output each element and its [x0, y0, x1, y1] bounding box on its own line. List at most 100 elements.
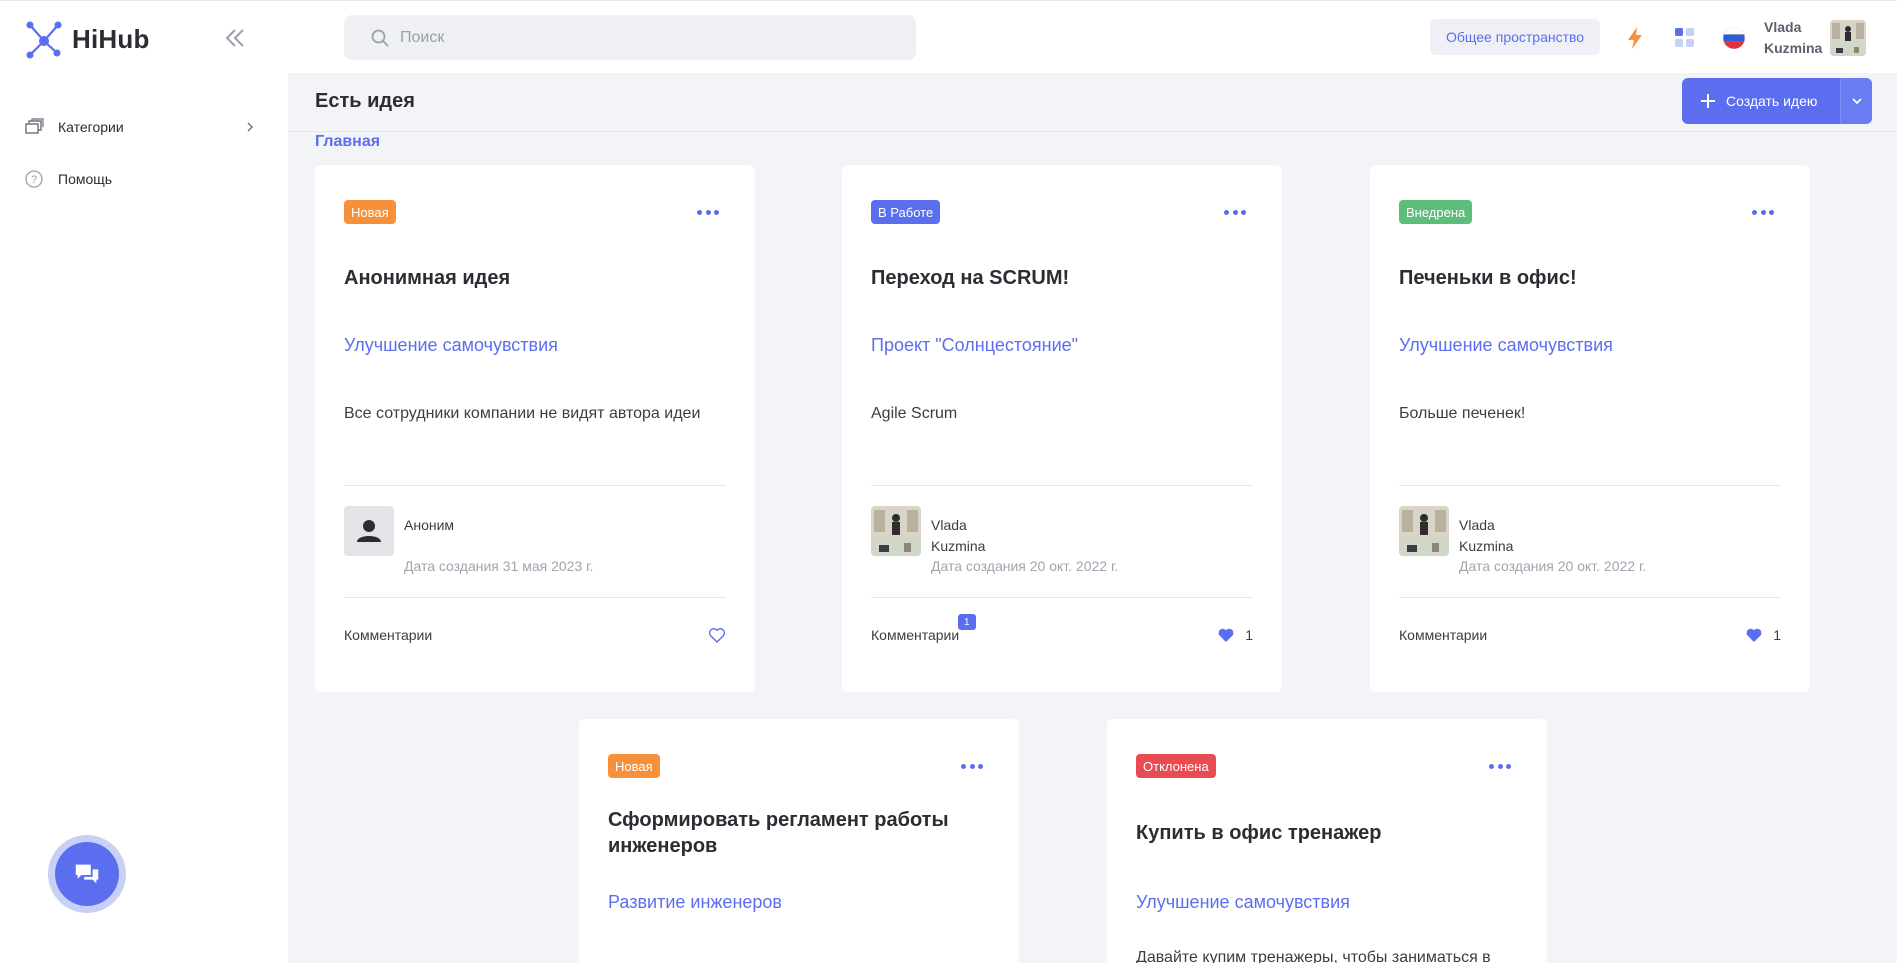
author-name: Аноним: [404, 515, 454, 536]
user-name[interactable]: Vlada Kuzmina: [1764, 17, 1822, 59]
like-button[interactable]: 1: [1217, 626, 1253, 644]
sidebar: HiHub Категории ? Помощь: [0, 0, 288, 963]
page-title: Есть идея: [315, 90, 415, 112]
author-last-name: Kuzmina: [1459, 538, 1514, 554]
header-divider: [288, 131, 1897, 132]
hihub-logo-icon: [26, 21, 62, 59]
search-input[interactable]: [400, 28, 900, 47]
divider: [871, 485, 1253, 486]
created-date: Дата создания 31 мая 2023 г.: [404, 558, 594, 574]
author-name: Vlada Kuzmina: [1459, 515, 1513, 557]
divider: [871, 597, 1253, 598]
avatar-image: [1830, 20, 1866, 56]
divider: [344, 485, 726, 486]
idea-category[interactable]: Развитие инженеров: [608, 892, 782, 913]
user-last-name: Kuzmina: [1764, 40, 1823, 56]
comments-count-badge: 1: [958, 614, 976, 630]
sidebar-item-label: Категории: [58, 119, 124, 135]
chat-icon: [75, 864, 99, 884]
person-icon: [344, 506, 394, 556]
author-name: Vlada Kuzmina: [931, 515, 985, 557]
more-options-icon[interactable]: [1752, 203, 1774, 221]
comments-link[interactable]: Комментарии: [344, 627, 432, 643]
status-badge: Внедрена: [1399, 200, 1473, 224]
divider: [344, 597, 726, 598]
idea-card[interactable]: Отклонена Купить в офис тренажер Улучшен…: [1107, 719, 1547, 963]
created-date: Дата создания 20 окт. 2022 г.: [1459, 558, 1647, 574]
lightning-icon[interactable]: [1622, 25, 1648, 51]
idea-title[interactable]: Сформировать регламент работы инженеров: [608, 807, 990, 859]
comments-link[interactable]: Комментарии: [871, 627, 959, 643]
app-logo[interactable]: HiHub: [24, 19, 150, 59]
user-first-name: Vlada: [1764, 19, 1802, 35]
idea-category[interactable]: Улучшение самочувствия: [344, 335, 558, 356]
status-badge: В Работе: [871, 200, 941, 224]
idea-card[interactable]: Внедрена Печеньки в офис! Улучшение само…: [1370, 165, 1810, 692]
chevron-right-icon: [247, 122, 253, 132]
sidebar-item-help[interactable]: ? Помощь: [24, 169, 256, 189]
idea-category[interactable]: Улучшение самочувствия: [1399, 335, 1613, 356]
status-badge: Отклонена: [1136, 754, 1216, 778]
create-idea-dropdown[interactable]: [1840, 78, 1872, 124]
idea-description: Больше печенек!: [1399, 405, 1526, 422]
author-first-name: Аноним: [404, 517, 455, 533]
idea-description: Agile Scrum: [871, 405, 958, 422]
chevron-down-icon: [1851, 98, 1862, 105]
app-name: HiHub: [72, 23, 150, 54]
create-idea-button[interactable]: Создать идею: [1682, 78, 1872, 124]
anonymous-avatar: [344, 506, 394, 556]
idea-card[interactable]: Новая Анонимная идея Улучшение самочувст…: [315, 165, 755, 692]
status-badge: Новая: [608, 754, 660, 778]
breadcrumb[interactable]: Главная: [315, 133, 380, 151]
comments-link[interactable]: Комментарии: [1399, 627, 1487, 643]
idea-category[interactable]: Улучшение самочувствия: [1136, 892, 1350, 913]
author-first-name: Vlada: [1459, 517, 1495, 533]
likes-count: 1: [1773, 627, 1781, 643]
idea-card[interactable]: В Работе Переход на SCRUM! Проект "Солнц…: [842, 165, 1282, 692]
created-date: Дата создания 20 окт. 2022 г.: [931, 558, 1119, 574]
like-button[interactable]: [708, 626, 726, 644]
create-idea-label: Создать идею: [1726, 93, 1818, 109]
more-options-icon[interactable]: [1224, 203, 1246, 221]
search-icon: [371, 29, 389, 47]
idea-title[interactable]: Анонимная идея: [344, 265, 726, 291]
help-icon: ?: [25, 170, 43, 188]
author-first-name: Vlada: [931, 517, 967, 533]
create-idea-main[interactable]: Создать идею: [1682, 78, 1840, 124]
sidebar-item-categories[interactable]: Категории: [24, 117, 256, 137]
categories-icon: [25, 118, 44, 134]
more-options-icon[interactable]: [697, 203, 719, 221]
avatar-image: [1399, 506, 1449, 556]
heart-filled-icon: [1746, 628, 1762, 642]
sidebar-item-label: Помощь: [58, 171, 113, 187]
idea-card[interactable]: Новая Сформировать регламент работы инже…: [579, 719, 1019, 963]
apps-grid-icon[interactable]: [1672, 25, 1698, 51]
avatar-image: [871, 506, 921, 556]
workspace-button[interactable]: Общее пространство: [1430, 19, 1601, 55]
russian-flag-icon[interactable]: [1721, 25, 1747, 51]
status-badge: Новая: [344, 200, 396, 224]
author-last-name: Kuzmina: [931, 538, 986, 554]
top-bar: Общее пространство Vlada Kuzmina: [288, 0, 1897, 73]
more-options-icon[interactable]: [961, 757, 983, 775]
chat-button[interactable]: [48, 835, 126, 913]
idea-description: Давайте купим тренажеры, чтобы заниматьс…: [1136, 949, 1491, 963]
like-button[interactable]: 1: [1745, 626, 1781, 644]
search-box[interactable]: [344, 15, 916, 60]
idea-title[interactable]: Переход на SCRUM!: [871, 265, 1253, 291]
heart-filled-icon: [1218, 628, 1234, 642]
more-options-icon[interactable]: [1489, 757, 1511, 775]
divider: [1399, 485, 1781, 486]
idea-description: Все сотрудники компании не видят автора …: [344, 405, 701, 422]
idea-category[interactable]: Проект "Солнцестояние": [871, 335, 1078, 356]
collapse-sidebar-button[interactable]: [222, 25, 248, 51]
plus-icon: [1701, 94, 1715, 108]
user-avatar[interactable]: [1830, 20, 1866, 56]
double-chevron-left-icon: [225, 29, 244, 47]
author-avatar: [1399, 506, 1449, 556]
idea-title[interactable]: Купить в офис тренажер: [1136, 820, 1518, 846]
heart-outline-icon: [708, 628, 726, 643]
svg-text:?: ?: [31, 174, 37, 186]
idea-title[interactable]: Печеньки в офис!: [1399, 265, 1781, 291]
likes-count: 1: [1245, 627, 1253, 643]
